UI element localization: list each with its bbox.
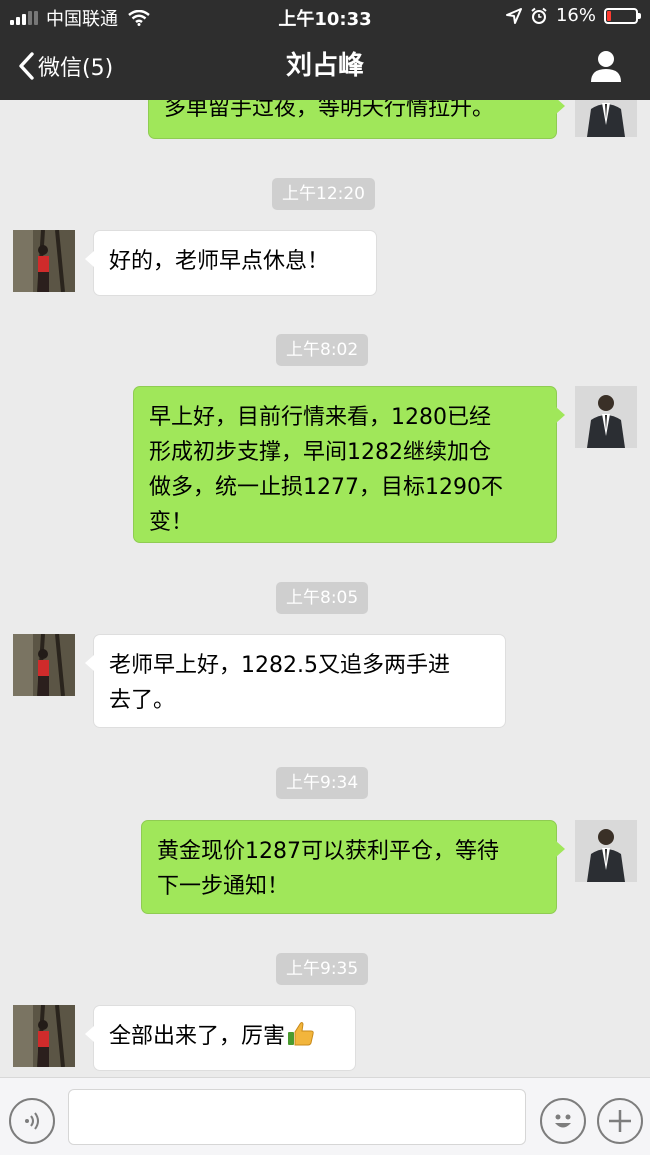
message-line: 变！ [149, 510, 194, 535]
message-bubble-mine[interactable]: 黄金现价1287可以获利平仓，等待 下一步通知！ [141, 820, 565, 914]
chevron-left-icon [18, 52, 34, 80]
message-line: 去了。 [109, 688, 176, 713]
voice-button[interactable] [9, 1098, 55, 1144]
message-line: 黄金现价1287可以获利平仓，等待 [157, 839, 499, 864]
my-avatar[interactable] [575, 100, 637, 137]
message-text: 好的，老师早点休息！ [109, 249, 330, 274]
message-bubble-mine[interactable]: 多单留手过夜，等明天行情拉升。 [148, 100, 565, 139]
timestamp: 上午9:35 [276, 953, 369, 985]
timestamp: 上午9:34 [276, 767, 369, 799]
input-bar [0, 1077, 650, 1155]
my-avatar[interactable] [575, 820, 637, 882]
emoji-button[interactable] [540, 1098, 586, 1144]
message-text: 多单留手过夜，等明天行情拉升。 [164, 100, 495, 121]
contact-avatar[interactable] [13, 634, 75, 696]
location-arrow-icon [505, 7, 522, 24]
timestamp: 上午8:02 [276, 334, 369, 366]
back-label: 微信(5) [38, 56, 114, 81]
thumbs-up-icon [287, 1021, 315, 1058]
alarm-clock-icon [530, 7, 548, 25]
message-bubble-contact[interactable]: 全部出来了，厉害 [85, 1005, 356, 1071]
chat-info-button[interactable] [586, 48, 626, 84]
my-avatar[interactable] [575, 386, 637, 448]
status-bar: 中国联通 上午10:33 16% [0, 0, 650, 32]
contact-avatar[interactable] [13, 230, 75, 292]
voice-icon [11, 1100, 53, 1142]
message-bubble-contact[interactable]: 老师早上好，1282.5又追多两手进 去了。 [85, 634, 506, 728]
message-text: 全部出来了，厉害 [109, 1024, 286, 1049]
battery-percent: 16% [555, 5, 596, 26]
status-right: 16% [505, 5, 641, 26]
message-line: 老师早上好，1282.5又追多两手进 [109, 653, 450, 678]
message-bubble-contact[interactable]: 好的，老师早点休息！ [85, 230, 377, 296]
timestamp: 上午8:05 [276, 582, 369, 614]
message-list[interactable]: 多单留手过夜，等明天行情拉升。 上午12:20 好的，老师早点休息！ 上午8:0… [0, 100, 650, 1077]
contact-avatar[interactable] [13, 1005, 75, 1067]
back-button[interactable]: 微信(5) [18, 32, 113, 100]
nav-bar: 微信(5) 刘占峰 [0, 32, 650, 100]
timestamp: 上午12:20 [272, 178, 375, 210]
person-icon [586, 48, 626, 84]
message-line: 做多，统一止损1277，目标1290不 [149, 475, 503, 500]
battery-icon [604, 7, 641, 24]
message-input[interactable] [68, 1089, 526, 1145]
emoji-icon [542, 1100, 584, 1142]
more-button[interactable] [597, 1098, 643, 1144]
message-line: 早上好，目前行情来看，1280已经 [149, 405, 491, 430]
message-bubble-mine[interactable]: 早上好，目前行情来看，1280已经 形成初步支撑，早间1282继续加仓 做多，统… [133, 386, 565, 543]
message-line: 形成初步支撑，早间1282继续加仓 [149, 440, 491, 465]
message-line: 下一步通知！ [157, 874, 290, 899]
plus-icon [599, 1100, 641, 1142]
